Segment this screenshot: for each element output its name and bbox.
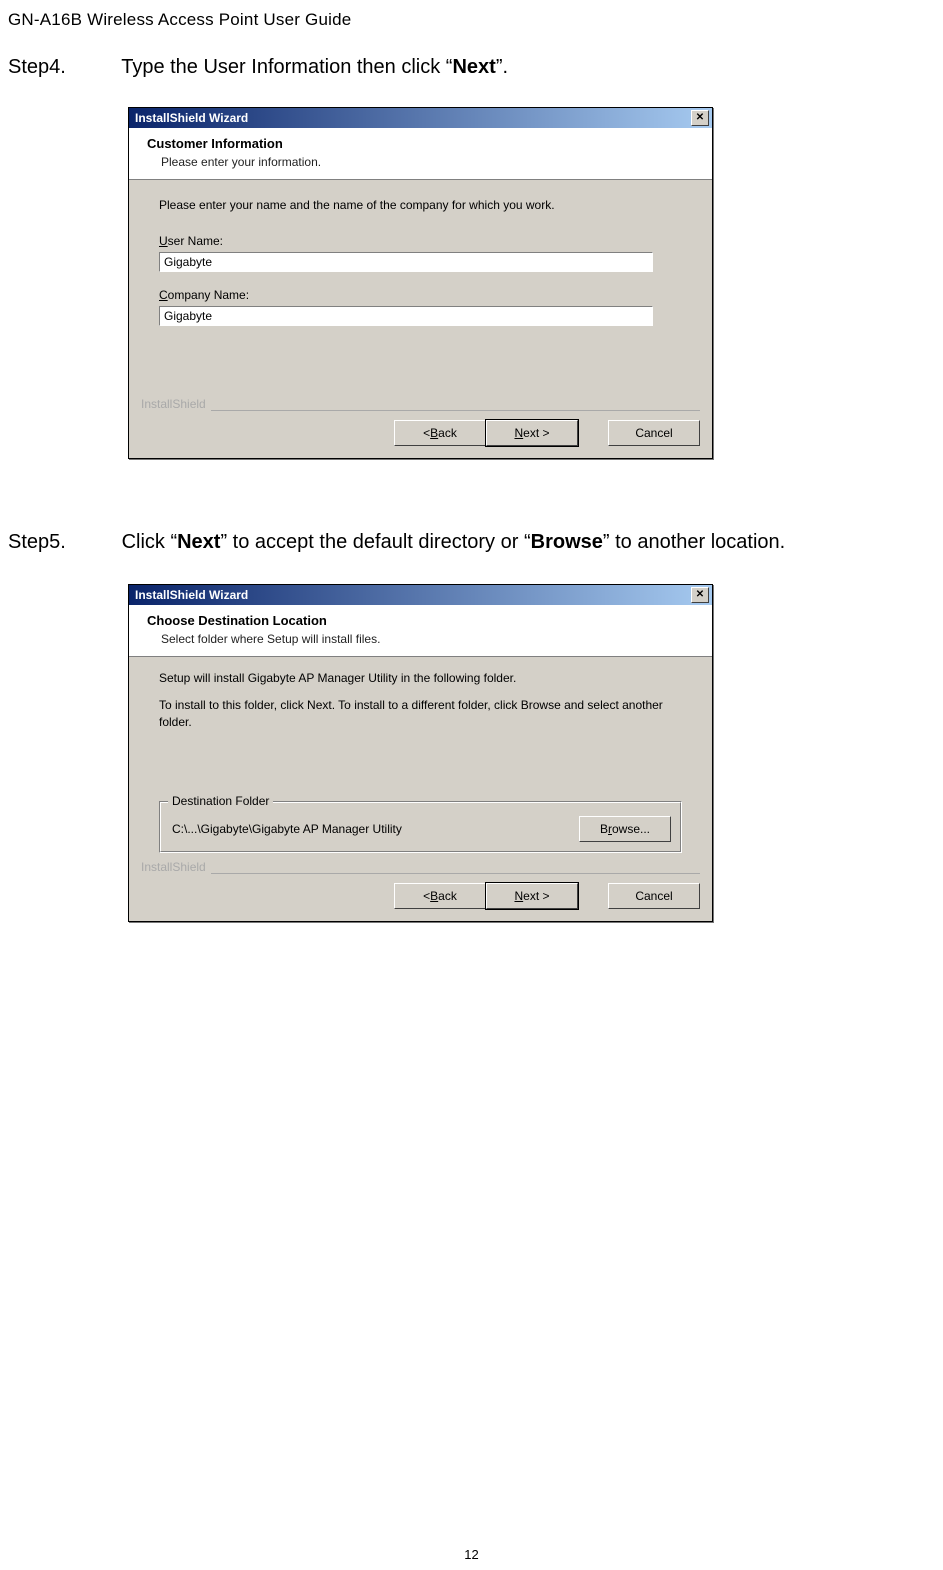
destination-folder-title: Destination Folder — [168, 794, 273, 808]
titlebar: InstallShield Wizard ✕ — [129, 585, 712, 605]
back-button[interactable]: < Back — [394, 883, 486, 909]
browse-button[interactable]: Browse... — [579, 816, 671, 842]
step5-t3: ” to another location. — [603, 531, 785, 553]
step4-text-after: ”. — [496, 56, 508, 78]
page-number: 12 — [0, 1547, 943, 1562]
instruction-text: Please enter your name and the name of t… — [159, 198, 682, 212]
install-line2: To install to this folder, click Next. T… — [159, 697, 682, 731]
next-button[interactable]: Next > — [486, 883, 578, 909]
doc-header: GN-A16B Wireless Access Point User Guide — [8, 10, 935, 30]
user-name-label: UUser Name:ser Name: — [159, 234, 682, 248]
step5-line: Step5. Click “Next” to accept the defaul… — [8, 531, 935, 554]
dialog-header-sub: Select folder where Setup will install f… — [147, 632, 694, 646]
step4-label: Step4. — [8, 56, 116, 79]
user-name-field[interactable] — [159, 252, 653, 272]
step5-t1: Click “ — [122, 531, 178, 553]
next-button[interactable]: Next > — [486, 420, 578, 446]
dialog-header: Customer Information Please enter your i… — [129, 128, 712, 180]
back-button[interactable]: < Back — [394, 420, 486, 446]
close-icon[interactable]: ✕ — [691, 587, 709, 603]
destination-path: C:\...\Gigabyte\Gigabyte AP Manager Util… — [172, 822, 579, 836]
cancel-button[interactable]: Cancel — [608, 420, 700, 446]
step4-text-before: Type the User Information then click “ — [121, 56, 452, 78]
titlebar: InstallShield Wizard ✕ — [129, 108, 712, 128]
step5-t2: ” to accept the default directory or “ — [220, 531, 530, 553]
cancel-button[interactable]: Cancel — [608, 883, 700, 909]
step4-bold: Next — [452, 56, 495, 78]
dialog-body: Setup will install Gigabyte AP Manager U… — [129, 657, 712, 859]
installshield-dialog-destination: InstallShield Wizard ✕ Choose Destinatio… — [128, 584, 713, 922]
close-icon[interactable]: ✕ — [691, 110, 709, 126]
installshield-dialog-userinfo: InstallShield Wizard ✕ Customer Informat… — [128, 107, 713, 459]
dialog-body: Please enter your name and the name of t… — [129, 180, 712, 404]
step5-label: Step5. — [8, 531, 116, 554]
step5-b2: Browse — [531, 531, 603, 553]
step4-line: Step4. Type the User Information then cl… — [8, 56, 935, 79]
dialog-header-sub: Please enter your information. — [147, 155, 694, 169]
install-line1: Setup will install Gigabyte AP Manager U… — [159, 671, 682, 685]
dialog-header: Choose Destination Location Select folde… — [129, 605, 712, 657]
titlebar-text: InstallShield Wizard — [135, 111, 691, 125]
dialog-header-title: Choose Destination Location — [147, 613, 694, 628]
dialog-header-title: Customer Information — [147, 136, 694, 151]
step5-b1: Next — [177, 531, 220, 553]
brand-line: InstallShield — [129, 859, 712, 873]
company-name-label: Company Name: — [159, 288, 682, 302]
titlebar-text: InstallShield Wizard — [135, 588, 691, 602]
brand-line: InstallShield — [129, 404, 712, 410]
destination-folder-group: Destination Folder C:\...\Gigabyte\Gigab… — [159, 801, 682, 853]
company-name-field[interactable] — [159, 306, 653, 326]
